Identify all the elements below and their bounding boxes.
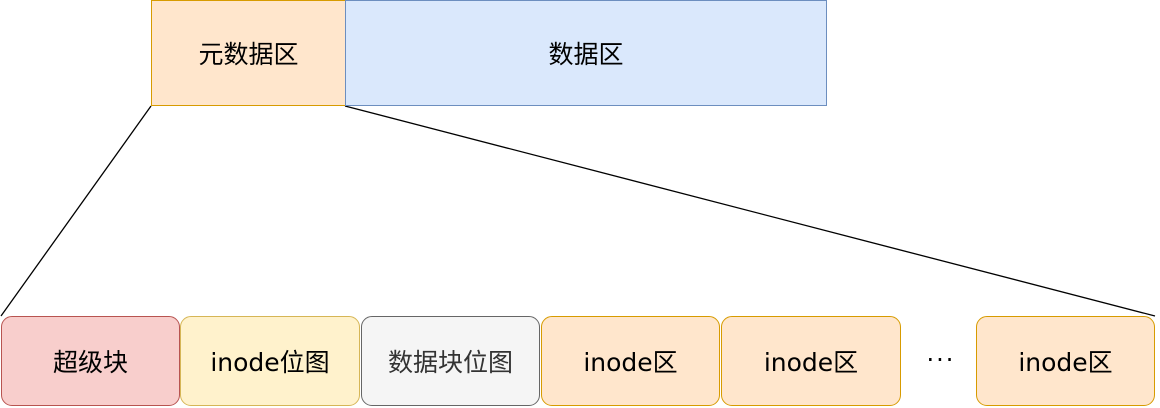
data-block-bitmap-label: 数据块位图	[387, 348, 513, 377]
inode-bitmap-box: inode位图	[180, 316, 360, 406]
ellipsis: ···	[926, 346, 956, 374]
inode-area-label-1: inode区	[583, 348, 678, 377]
inode-area-box-3: inode区	[976, 316, 1155, 406]
right-expansion-line	[344, 105, 1156, 317]
metadata-area-box: 元数据区	[151, 0, 346, 106]
inode-area-label-2: inode区	[763, 348, 859, 377]
inode-area-box-2: inode区	[721, 316, 901, 406]
inode-bitmap-label: inode位图	[210, 348, 330, 377]
superblock-box: 超级块	[1, 316, 180, 406]
inode-area-box-1: inode区	[541, 316, 720, 406]
data-area-box: 数据区	[345, 0, 827, 106]
data-block-bitmap-box: 数据块位图	[361, 316, 540, 406]
data-area-label: 数据区	[548, 40, 624, 69]
metadata-area-label: 元数据区	[198, 40, 299, 69]
superblock-label: 超级块	[52, 348, 128, 377]
left-expansion-line	[0, 105, 152, 317]
inode-area-label-3: inode区	[1018, 348, 1113, 377]
